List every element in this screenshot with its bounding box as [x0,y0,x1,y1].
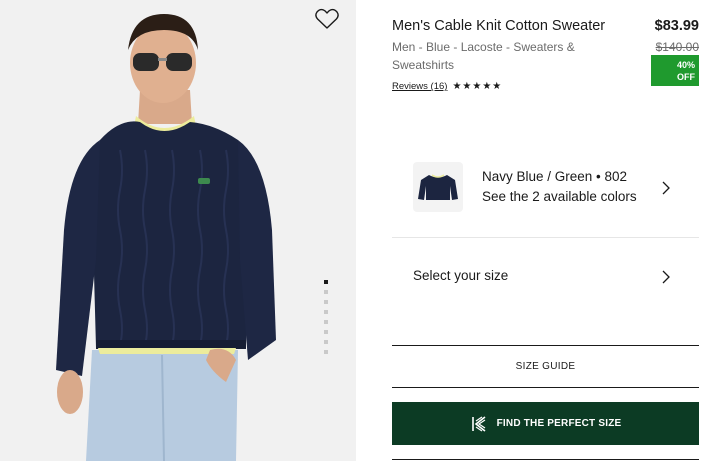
discount-percent: 40% [676,60,695,70]
color-name: Navy Blue / Green • 802 [482,169,628,184]
gallery-dot[interactable] [324,300,328,304]
reviews: Reviews (16) ★★★★★ [392,81,502,92]
heart-outline-icon[interactable] [314,7,340,31]
star-rating-icon: ★★★★★ [452,81,503,92]
discount-badge: 40% OFF [651,55,699,86]
kiwi-sizing-icon [471,415,486,432]
sale-price: $83.99 [654,18,699,34]
breadcrumb-line[interactable]: Sweatshirts [392,56,632,74]
color-info: Navy Blue / Green • 802 See the 2 availa… [482,167,637,207]
chevron-right-icon [662,270,670,284]
gallery-dot[interactable] [324,320,328,324]
available-colors: See the 2 available colors [482,189,637,204]
gallery-dot[interactable] [324,310,328,314]
gallery-dot[interactable] [324,340,328,344]
size-label: Select your size [413,268,509,283]
size-selector[interactable]: Select your size [392,239,699,315]
gallery-dot[interactable] [324,330,328,334]
gallery-dot[interactable] [324,280,328,284]
color-selector[interactable]: Navy Blue / Green • 802 See the 2 availa… [392,150,699,238]
product-image-panel[interactable] [0,0,356,461]
reviews-link[interactable]: Reviews (16) [392,81,447,92]
color-thumbnail [413,162,463,212]
gallery-dot[interactable] [324,290,328,294]
find-perfect-size-label: FIND THE PERFECT SIZE [496,418,622,429]
breadcrumb: Men - Blue - Lacoste - Sweaters & Sweats… [392,38,632,74]
gallery-pagination[interactable] [324,280,330,360]
sweater-thumbnail-icon [418,174,458,200]
size-guide-button[interactable]: SIZE GUIDE [392,345,699,388]
find-perfect-size-button[interactable]: FIND THE PERFECT SIZE [392,402,699,445]
discount-off: OFF [677,72,695,82]
product-image[interactable] [0,0,356,461]
chevron-right-icon [662,181,670,195]
original-price: $140.00 [655,40,699,54]
breadcrumb-line[interactable]: Men - Blue - Lacoste - Sweaters & [392,38,632,56]
divider [392,459,699,460]
product-title: Men's Cable Knit Cotton Sweater [392,18,606,34]
size-guide-label: SIZE GUIDE [515,361,576,372]
gallery-dot[interactable] [324,350,328,354]
